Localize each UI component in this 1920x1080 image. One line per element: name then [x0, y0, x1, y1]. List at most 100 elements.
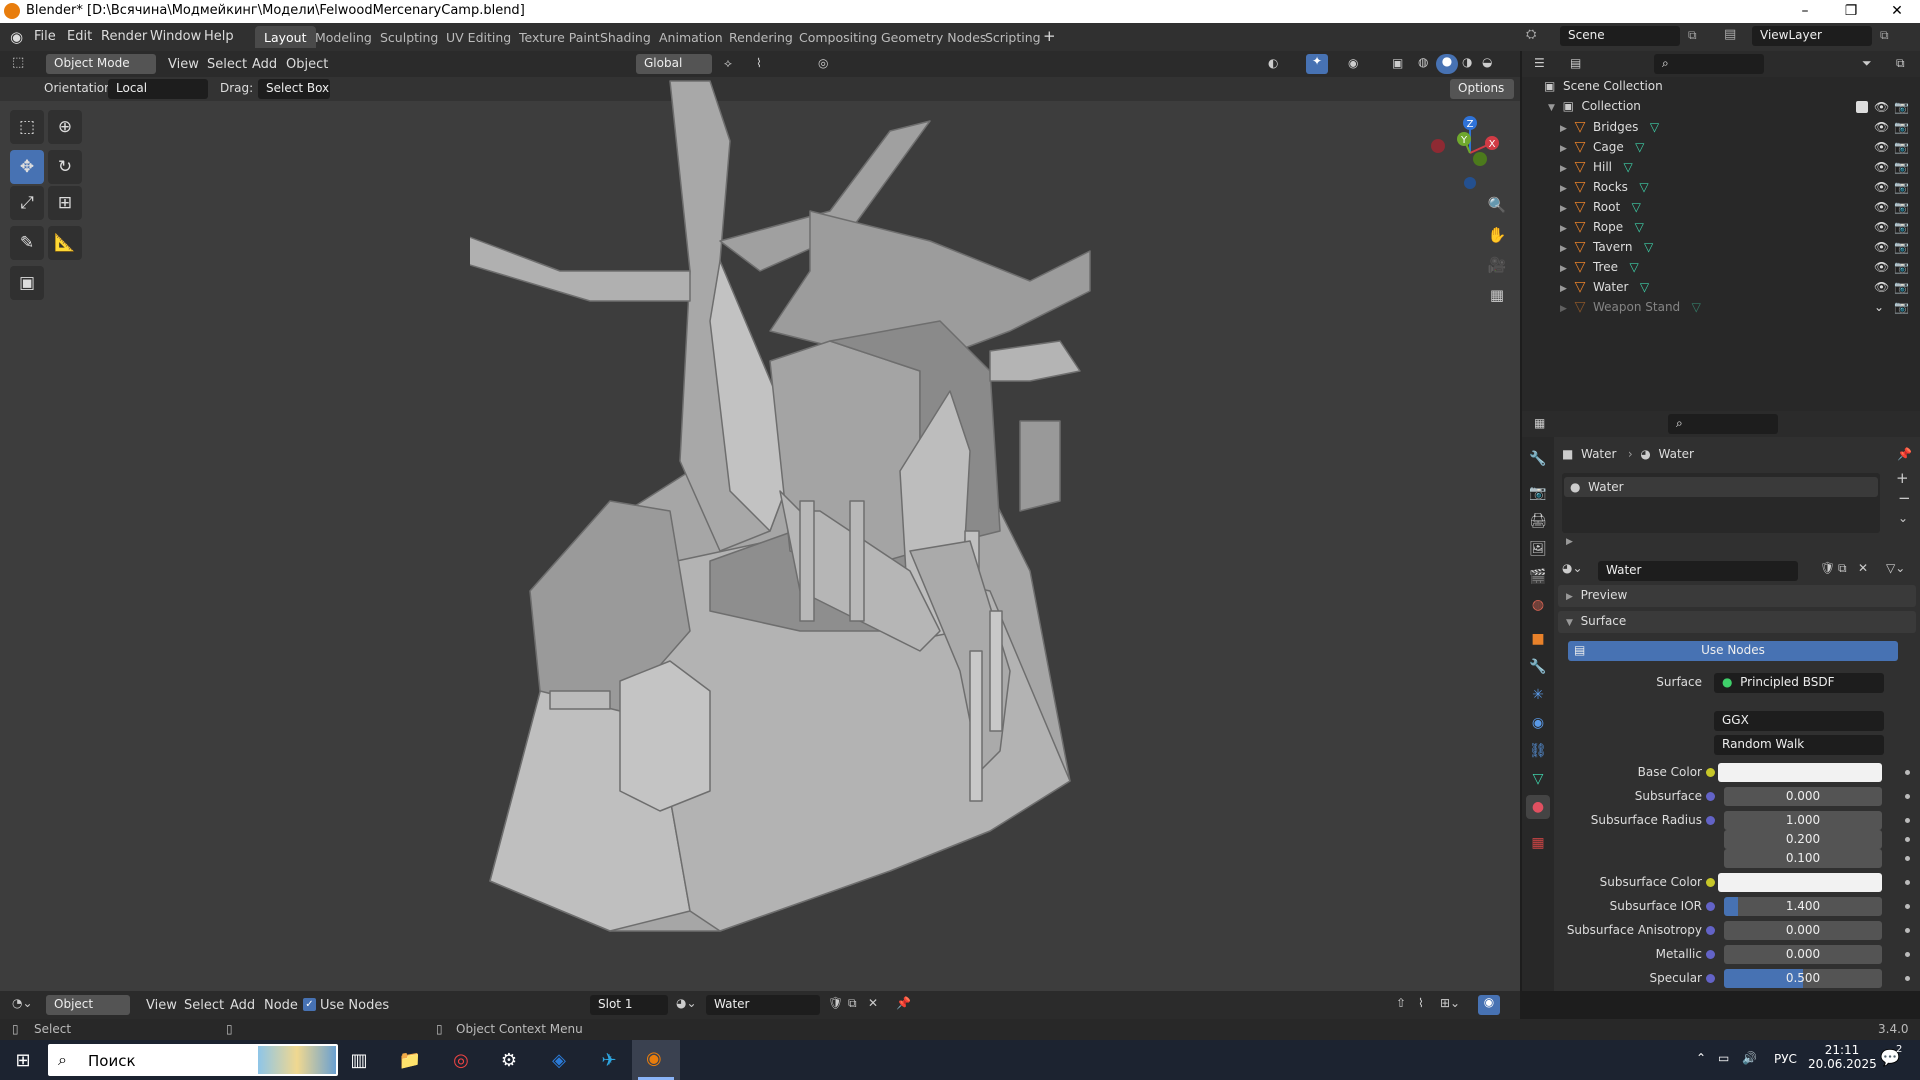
- network-icon[interactable]: ▭: [1718, 1051, 1729, 1065]
- camera-icon[interactable]: 📷: [1894, 240, 1909, 254]
- visibility-icon[interactable]: ◐: [1268, 56, 1278, 70]
- expand-triangle-icon[interactable]: ▶: [1560, 284, 1567, 294]
- camera-icon[interactable]: 📷: [1894, 120, 1909, 134]
- tray-chevron-icon[interactable]: ⌃: [1696, 1051, 1706, 1065]
- 3d-viewport[interactable]: ⬚ Object Mode View Select Add Object Glo…: [0, 51, 1520, 991]
- eye-icon[interactable]: 👁: [1874, 120, 1889, 134]
- expand-triangle-icon[interactable]: ▶: [1566, 537, 1573, 547]
- move-tool[interactable]: ✥: [10, 150, 44, 184]
- viewport-menu-select[interactable]: Select: [207, 57, 247, 72]
- gizmo-toggle-icon[interactable]: ✦: [1306, 54, 1328, 74]
- measure-tool[interactable]: 📐: [48, 226, 82, 260]
- keyframe-dot-icon[interactable]: [1905, 904, 1910, 909]
- collection-checkbox[interactable]: [1856, 101, 1868, 113]
- add-cube-tool[interactable]: ▣: [10, 266, 44, 300]
- editor-type-icon[interactable]: ◔⌄: [12, 996, 33, 1010]
- keyframe-dot-icon[interactable]: [1905, 818, 1910, 823]
- keyframe-dot-icon[interactable]: [1905, 952, 1910, 957]
- texture-tab-icon[interactable]: ▦: [1526, 831, 1550, 855]
- number-field[interactable]: 1.400: [1724, 897, 1882, 916]
- menu-edit[interactable]: Edit: [67, 29, 92, 44]
- keyframe-dot-icon[interactable]: [1905, 856, 1910, 861]
- eye-icon[interactable]: 👁: [1874, 100, 1889, 114]
- camera-icon[interactable]: 📷: [1894, 260, 1909, 274]
- rotate-tool[interactable]: ↻: [48, 150, 82, 184]
- camera-icon[interactable]: 📷: [1894, 160, 1909, 174]
- snap-icon[interactable]: ⌇: [756, 56, 762, 70]
- outliner-object-row[interactable]: ▶ ▽ Bridges ▽: [1560, 119, 1860, 139]
- socket-icon[interactable]: [1706, 950, 1715, 959]
- view-layer-selector[interactable]: ViewLayer: [1752, 26, 1872, 46]
- keyframe-dot-icon[interactable]: [1905, 794, 1910, 799]
- expand-triangle-icon[interactable]: ▼: [1548, 103, 1555, 113]
- editor-type-icon[interactable]: ⬚: [12, 55, 24, 70]
- number-field[interactable]: 1.000: [1724, 811, 1882, 830]
- expand-triangle-icon[interactable]: ▶: [1560, 184, 1567, 194]
- outliner-search-input[interactable]: ⌕: [1654, 54, 1764, 74]
- data-tab-icon[interactable]: ▽: [1526, 767, 1550, 791]
- annotate-tool[interactable]: ✎: [10, 226, 44, 260]
- clock[interactable]: 21:11 20.06.2025: [1808, 1043, 1877, 1071]
- socket-icon[interactable]: [1706, 792, 1715, 801]
- number-field[interactable]: 0.000: [1724, 787, 1882, 806]
- keyframe-dot-icon[interactable]: [1905, 880, 1910, 885]
- object-tab-icon[interactable]: ■: [1526, 627, 1550, 651]
- snap-mode-icon[interactable]: ⊞⌄: [1440, 996, 1460, 1010]
- zoom-icon[interactable]: 🔍: [1483, 191, 1511, 219]
- language-indicator[interactable]: РУС: [1774, 1052, 1797, 1066]
- node-material-field[interactable]: Water: [706, 995, 820, 1015]
- outliner-object-row[interactable]: ▶ ▽ Water ▽: [1560, 279, 1860, 299]
- socket-icon[interactable]: [1706, 878, 1715, 887]
- number-field[interactable]: 0.000: [1724, 945, 1882, 964]
- eye-icon[interactable]: 👁: [1874, 220, 1889, 234]
- tab-sculpting[interactable]: Sculpting: [371, 26, 447, 48]
- camera-icon[interactable]: 📷: [1894, 280, 1909, 294]
- particles-tab-icon[interactable]: ✳: [1526, 683, 1550, 707]
- menu-render[interactable]: Render: [101, 29, 147, 44]
- menu-window[interactable]: Window: [150, 29, 201, 44]
- outliner-editor-icon[interactable]: ☰: [1534, 56, 1545, 70]
- scene-tab-icon[interactable]: 🎬: [1526, 565, 1550, 589]
- material-browse-icon[interactable]: ◕⌄: [676, 996, 697, 1010]
- mesh-data-icon[interactable]: ▽: [1692, 300, 1701, 314]
- output-tab-icon[interactable]: 🖨: [1526, 509, 1550, 533]
- shader-type-selector[interactable]: Object: [46, 995, 130, 1015]
- mesh-data-icon[interactable]: ▽: [1635, 140, 1644, 154]
- expand-triangle-icon[interactable]: ▶: [1560, 164, 1567, 174]
- unlink-material-icon[interactable]: ✕: [1858, 561, 1868, 575]
- camera-icon[interactable]: 📷: [1894, 180, 1909, 194]
- slot-specials-icon[interactable]: ⌄: [1898, 511, 1908, 525]
- view-layer-icon[interactable]: ▤: [1724, 27, 1736, 42]
- mode-selector[interactable]: Object Mode: [46, 54, 156, 74]
- outliner-object-row[interactable]: ▶ ▽ Weapon Stand ▽: [1560, 299, 1860, 319]
- mesh-data-icon[interactable]: ▽: [1635, 220, 1644, 234]
- outliner-object-row[interactable]: ▶ ▽ Cage ▽: [1560, 139, 1860, 159]
- material-slot-row[interactable]: ● Water: [1564, 477, 1878, 497]
- menu-file[interactable]: File: [34, 29, 56, 44]
- tool-tab-icon[interactable]: 🔧: [1526, 447, 1550, 471]
- tab-modeling[interactable]: Modeling: [306, 26, 381, 48]
- scale-tool[interactable]: ⤢: [10, 186, 44, 220]
- eye-icon[interactable]: 👁: [1874, 180, 1889, 194]
- unlink-material-icon[interactable]: ✕: [868, 996, 878, 1010]
- expand-triangle-icon[interactable]: ▶: [1560, 304, 1567, 314]
- orientation-selector[interactable]: Local: [108, 79, 208, 99]
- keyframe-dot-icon[interactable]: [1905, 770, 1910, 775]
- add-workspace-button[interactable]: +: [1043, 27, 1056, 45]
- duplicate-material-icon[interactable]: ⧉: [848, 996, 857, 1011]
- surface-panel-header[interactable]: ▼ Surface: [1558, 611, 1916, 633]
- pan-hand-icon[interactable]: ✋: [1483, 221, 1511, 249]
- solid-shading-icon[interactable]: ●: [1436, 54, 1458, 74]
- eye-icon[interactable]: 👁: [1874, 260, 1889, 274]
- display-mode-icon[interactable]: ▤: [1570, 56, 1581, 70]
- subsurface-method-selector[interactable]: Random Walk: [1714, 735, 1884, 755]
- pin-icon[interactable]: 📌: [1897, 447, 1912, 461]
- tab-scripting[interactable]: Scripting: [976, 26, 1050, 48]
- filter-icon[interactable]: ⏷: [1862, 56, 1872, 71]
- outliner-object-row[interactable]: ▶ ▽ Rocks ▽: [1560, 179, 1860, 199]
- outliner-object-row[interactable]: ▶ ▽ Tree ▽: [1560, 259, 1860, 279]
- material-shading-icon[interactable]: ◑: [1462, 55, 1472, 69]
- duplicate-material-icon[interactable]: ⧉: [1838, 561, 1847, 576]
- pin-icon[interactable]: 📌: [896, 996, 911, 1010]
- material-tab-icon[interactable]: ●: [1526, 795, 1550, 819]
